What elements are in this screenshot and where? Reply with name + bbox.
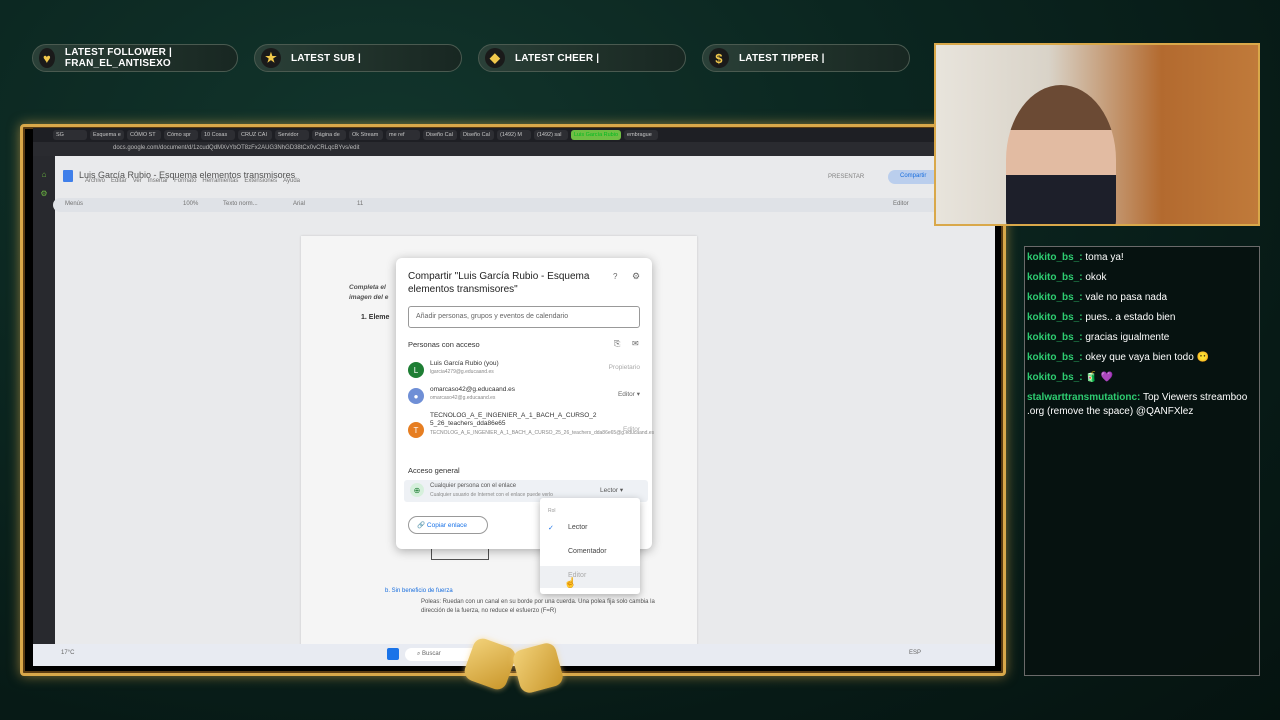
browser-tab[interactable]: Esquema e bbox=[90, 130, 124, 140]
latest-cheer-label: LATEST CHEER | bbox=[515, 52, 600, 64]
person-row: ● omarcaso42@g.educaand.es omarcaso42@g.… bbox=[408, 386, 640, 410]
browser-tab[interactable]: Diseño Cal bbox=[423, 130, 457, 140]
help-icon[interactable]: ? bbox=[613, 272, 617, 281]
address-bar[interactable]: docs.google.com/document/d/1zcudQdMXvYbO… bbox=[33, 142, 995, 156]
browser-tab[interactable]: (1492) M bbox=[497, 130, 531, 140]
chat-message: kokito_bs_: vale no pasa nada bbox=[1027, 291, 1257, 305]
browser-tab[interactable]: (1492) sal bbox=[534, 130, 568, 140]
settings-gear-icon[interactable]: ⚙ bbox=[632, 271, 640, 282]
browser-tab[interactable]: embrague bbox=[624, 130, 659, 140]
windows-start-icon[interactable] bbox=[387, 648, 399, 660]
latest-follower-label: LATEST FOLLOWER | FRAN_EL_ANTISEXO bbox=[64, 47, 173, 69]
star-icon: ★ bbox=[261, 48, 281, 68]
latest-follower-alert: ♥ LATEST FOLLOWER | FRAN_EL_ANTISEXO bbox=[32, 44, 238, 72]
mouse-cursor-icon: ☝ bbox=[564, 578, 577, 589]
chat-message: kokito_bs_: pues.. a estado bien bbox=[1027, 311, 1257, 325]
general-access-role-label: Lector bbox=[600, 487, 619, 494]
browser-tab[interactable]: Diseño Cal bbox=[460, 130, 494, 140]
chat-panel: kokito_bs_: toma ya! kokito_bs_: okok koki… bbox=[1024, 246, 1260, 676]
person-name: TECNOLOG_A_E_INGENIER_A_1_BACH_A_CURSO_2… bbox=[430, 412, 597, 427]
chat-message: kokito_bs_: okey que vaya bien todo 😶 bbox=[1027, 351, 1257, 365]
captured-screen: SG Esquema e CÓMO ST Cómo spr 10 Cosas CRUZ C… bbox=[33, 128, 995, 666]
chat-text: gracias igualmente bbox=[1085, 332, 1170, 343]
chat-message: stalwarttransmutationc: Top Viewers stre… bbox=[1027, 391, 1257, 419]
chat-text: okey que vaya bien todo 😶 bbox=[1085, 352, 1210, 363]
browser-tab[interactable]: CRUZ CAI bbox=[238, 130, 272, 140]
streamer-figure bbox=[1006, 85, 1116, 224]
heart-icon: ♥ bbox=[39, 48, 55, 68]
diamond-icon: ◆ bbox=[485, 48, 505, 68]
person-email: lgarcia4279@g.educaand.es bbox=[430, 369, 494, 375]
chat-username[interactable]: kokito_bs_: bbox=[1027, 352, 1083, 363]
link-globe-icon: ⊕ bbox=[410, 483, 424, 497]
chat-message: kokito_bs_: toma ya! bbox=[1027, 251, 1257, 265]
avatar: L bbox=[408, 362, 424, 378]
copy-emails-icon[interactable]: ⎘ bbox=[614, 339, 620, 349]
person-name: Luis García Rubio (you) bbox=[430, 360, 499, 367]
latest-sub-alert: ★ LATEST SUB | bbox=[254, 44, 462, 72]
share-dialog-title: Compartir "Luis García Rubio - Esquema e… bbox=[408, 271, 590, 295]
person-role: Propietario bbox=[608, 364, 640, 371]
latest-tipper-alert: $ LATEST TIPPER | bbox=[702, 44, 910, 72]
browser-tab[interactable]: CÓMO ST bbox=[127, 130, 161, 140]
chat-message: kokito_bs_: gracias igualmente bbox=[1027, 331, 1257, 345]
person-name: omarcaso42@g.educaand.es bbox=[430, 386, 516, 393]
webcam-feed bbox=[934, 43, 1260, 226]
general-access-role-select[interactable]: Lector ▾ bbox=[600, 486, 623, 494]
browser-tab[interactable]: Luis García Rubio bbox=[571, 130, 622, 140]
email-icon[interactable]: ✉ bbox=[632, 339, 639, 348]
browser-tab[interactable]: Cómo spr bbox=[164, 130, 198, 140]
weather-widget[interactable]: 17°C bbox=[61, 650, 74, 656]
general-access-heading: Acceso general bbox=[408, 466, 460, 475]
chat-text: toma ya! bbox=[1085, 252, 1124, 263]
chat-text: pues.. a estado bien bbox=[1085, 312, 1176, 323]
people-with-access-heading: Personas con acceso bbox=[408, 340, 480, 349]
chat-message: kokito_bs_: okok bbox=[1027, 271, 1257, 285]
role-option-commenter[interactable]: Comentador bbox=[568, 548, 607, 555]
avatar: T bbox=[408, 422, 424, 438]
language-indicator[interactable]: ESP bbox=[909, 650, 921, 656]
copy-link-button[interactable]: 🔗 Copiar enlace bbox=[408, 516, 488, 534]
chat-message: kokito_bs_: 🧃 💜 bbox=[1027, 371, 1257, 385]
browser-tab[interactable]: Página de bbox=[312, 130, 346, 140]
role-menu-header: Rol bbox=[548, 508, 556, 514]
browser-tab[interactable]: Ok Stream bbox=[349, 130, 383, 140]
role-option-hover bbox=[540, 566, 640, 588]
taskbar-search-label: Buscar bbox=[422, 651, 441, 657]
role-option-viewer[interactable]: Lector bbox=[568, 524, 587, 531]
chat-username[interactable]: kokito_bs_: bbox=[1027, 272, 1083, 283]
chat-username[interactable]: kokito_bs_: bbox=[1027, 312, 1083, 323]
general-access-select[interactable]: Cualquier persona con el enlace bbox=[430, 483, 516, 489]
person-row: T TECNOLOG_A_E_INGENIER_A_1_BACH_A_CURSO… bbox=[408, 412, 655, 448]
browser-tab[interactable]: SG bbox=[53, 130, 87, 140]
avatar: ● bbox=[408, 388, 424, 404]
latest-tipper-label: LATEST TIPPER | bbox=[739, 52, 825, 64]
browser-tab[interactable]: Servidor bbox=[275, 130, 309, 140]
add-people-input[interactable]: Añadir personas, grupos y eventos de cal… bbox=[408, 306, 640, 328]
role-dropdown-menu: Rol ✓ Lector Comentador Editor ☝ bbox=[540, 498, 640, 594]
person-role-select[interactable]: Editor ▾ bbox=[618, 390, 640, 398]
copy-link-label: Copiar enlace bbox=[426, 522, 468, 529]
latest-cheer-alert: ◆ LATEST CHEER | bbox=[478, 44, 686, 72]
chat-username[interactable]: kokito_bs_: bbox=[1027, 292, 1083, 303]
chat-text: 🧃 💜 bbox=[1085, 372, 1114, 383]
browser-tab[interactable]: me ref bbox=[386, 130, 420, 140]
person-role-label: Editor bbox=[617, 391, 635, 398]
person-email: omarcaso42@g.educaand.es bbox=[430, 395, 496, 401]
person-email: TECNOLOG_A_E_INGENIER_A_1_BACH_A_CURSO_2… bbox=[430, 430, 655, 436]
chat-username[interactable]: kokito_bs_: bbox=[1027, 332, 1083, 343]
latest-sub-label: LATEST SUB | bbox=[291, 52, 362, 64]
chat-text: okok bbox=[1085, 272, 1107, 283]
dollar-icon: $ bbox=[709, 48, 729, 68]
check-icon: ✓ bbox=[548, 525, 554, 532]
person-row: L Luis García Rubio (you) lgarcia4279@g.… bbox=[408, 360, 640, 384]
chat-username[interactable]: kokito_bs_: bbox=[1027, 252, 1083, 263]
browser-tab-strip: SG Esquema e CÓMO ST Cómo spr 10 Cosas CRUZ C… bbox=[33, 128, 995, 142]
person-role: Editor bbox=[623, 426, 640, 433]
chat-username[interactable]: stalwarttransmutationc: bbox=[1027, 392, 1140, 403]
browser-tab[interactable]: 10 Cosas bbox=[201, 130, 235, 140]
chat-text: vale no pasa nada bbox=[1085, 292, 1168, 303]
chat-username[interactable]: kokito_bs_: bbox=[1027, 372, 1083, 383]
